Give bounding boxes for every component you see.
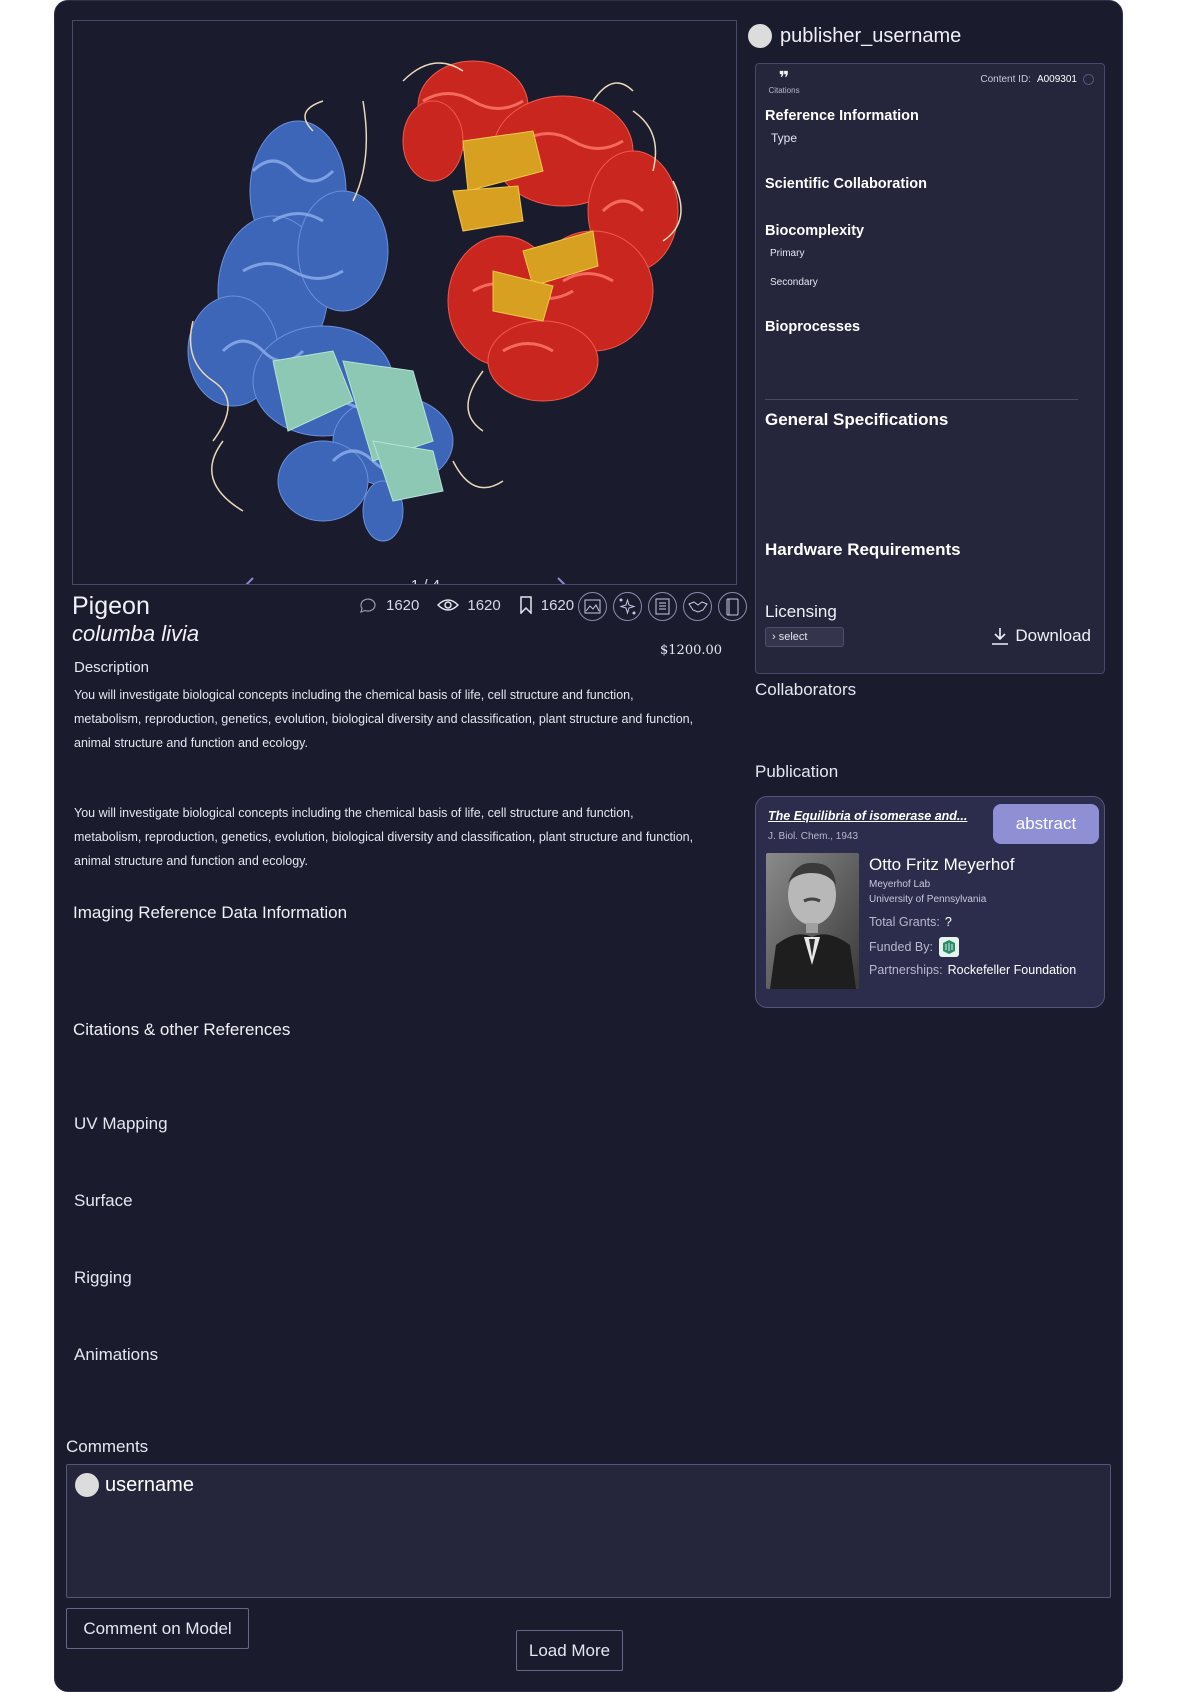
license-select[interactable]: › select [765, 627, 844, 647]
uv-mapping-heading: UV Mapping [74, 1114, 168, 1133]
partnerships: Partnerships: Rockefeller Foundation [869, 963, 1076, 977]
imaging-reference-heading: Imaging Reference Data Information [73, 903, 348, 922]
comment-username: username [105, 1473, 194, 1496]
tool-icon-row [578, 592, 747, 621]
divider [765, 399, 1078, 400]
paper-title-link[interactable]: The Equilibria of isomerase and... [768, 809, 973, 823]
citations-button[interactable]: ❞ Citations [764, 68, 804, 95]
licensing-label: Licensing [765, 602, 837, 621]
funded-by: Funded By: [869, 937, 959, 957]
image-icon[interactable] [578, 592, 607, 621]
license-select-value: select [778, 631, 808, 643]
previous-arrow-icon[interactable] [241, 573, 271, 585]
abstract-button[interactable]: abstract [993, 804, 1099, 844]
next-arrow-icon[interactable] [540, 573, 570, 585]
citations-heading: Citations & other References [73, 1020, 291, 1039]
model-name: Pigeon [72, 592, 150, 620]
publisher-profile[interactable]: publisher_username [748, 24, 961, 48]
publication-heading: Publication [755, 762, 839, 781]
view-count: 1620 [437, 596, 501, 614]
image-counter: 1 / 4 [373, 577, 478, 584]
description-title: Description [74, 659, 150, 676]
model-stats: 1620 1620 1620 [358, 596, 592, 614]
download-button[interactable]: Download [991, 626, 1091, 646]
download-icon [992, 628, 1009, 645]
citations-label: Citations [768, 86, 800, 95]
comments-heading: Comments [66, 1437, 149, 1456]
model-viewer[interactable]: 1 / 4 [72, 20, 737, 585]
type-label: Type [771, 131, 798, 145]
total-grants-value: ? [944, 915, 952, 929]
publication-card: The Equilibria of isomerase and... J. Bi… [755, 796, 1105, 1008]
copy-icon[interactable] [1083, 74, 1094, 85]
journal-citation: J. Biol. Chem., 1943 [768, 831, 859, 842]
total-grants-label: Total Grants: [869, 915, 940, 929]
content-id: Content ID: A009301 [980, 74, 1094, 85]
comment-user: username [75, 1473, 194, 1497]
model-species: columba livia [72, 621, 200, 646]
comment-box[interactable]: username [66, 1464, 1111, 1598]
chevron-right-icon: › [772, 631, 776, 643]
description-paragraph: You will investigate biological concepts… [74, 806, 694, 868]
handshake-icon[interactable] [683, 592, 712, 621]
rigging-heading: Rigging [74, 1268, 132, 1287]
author-portrait [766, 853, 859, 989]
download-label: Download [1015, 626, 1091, 645]
surface-heading: Surface [74, 1191, 133, 1210]
user-avatar [75, 1473, 99, 1497]
content-id-value: A009301 [1036, 74, 1077, 85]
bookmark-count-value: 1620 [540, 596, 575, 614]
hardware-requirements-heading: Hardware Requirements [765, 540, 961, 559]
content-id-label: Content ID: [980, 74, 1031, 85]
description-paragraph: You will investigate biological concepts… [74, 688, 694, 750]
scientific-collaboration-heading: Scientific Collaboration [765, 176, 927, 192]
eye-icon [437, 599, 460, 611]
partnerships-value: Rockefeller Foundation [947, 963, 1077, 977]
comment-count-value: 1620 [386, 596, 420, 614]
author-university: University of Pennsylvania [869, 894, 987, 905]
view-count-value: 1620 [467, 596, 501, 614]
general-specifications-heading: General Specifications [765, 410, 949, 429]
publisher-username[interactable]: publisher_username [780, 25, 961, 48]
info-panel: ❞ Citations Content ID: A009301 Referenc… [755, 63, 1105, 674]
model-price: $1200.00 [660, 643, 723, 658]
secondary-label: Secondary [770, 277, 818, 288]
partnerships-label: Partnerships: [869, 963, 943, 977]
protein-model-render[interactable] [73, 21, 737, 561]
bioprocesses-heading: Bioprocesses [765, 319, 861, 335]
total-grants: Total Grants: ? [869, 915, 952, 929]
bookmark-count[interactable]: 1620 [519, 596, 574, 614]
document-icon[interactable] [648, 592, 677, 621]
comment-count[interactable]: 1620 [358, 596, 419, 614]
collaborators-heading: Collaborators [755, 680, 857, 699]
author-name: Otto Fritz Meyerhof [869, 855, 1015, 874]
load-more-button[interactable]: Load More [516, 1630, 623, 1671]
bookmark-icon [520, 596, 532, 614]
primary-label: Primary [770, 248, 805, 259]
book-icon[interactable] [718, 592, 747, 621]
biocomplexity-heading: Biocomplexity [765, 223, 865, 239]
quote-icon: ❞ [778, 68, 790, 88]
comment-bubble-icon [360, 598, 376, 613]
author-lab: Meyerhof Lab [869, 879, 931, 890]
comment-on-model-button[interactable]: Comment on Model [66, 1608, 249, 1649]
funded-by-label: Funded By: [869, 940, 933, 954]
sparkle-network-icon[interactable] [613, 592, 642, 621]
publisher-avatar[interactable] [748, 24, 772, 48]
animations-heading: Animations [74, 1345, 159, 1364]
funder-logo-icon[interactable] [938, 937, 959, 957]
reference-information-heading: Reference Information [765, 108, 919, 124]
